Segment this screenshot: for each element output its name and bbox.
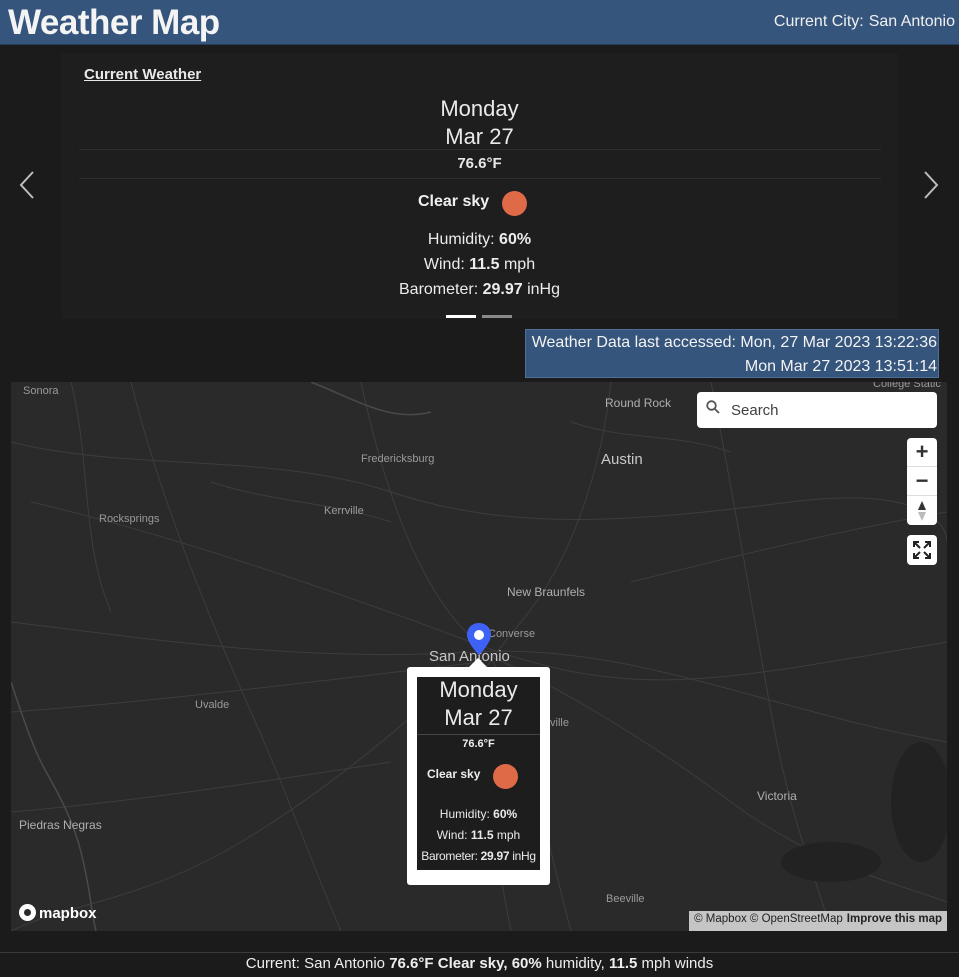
popup-date: Mar 27 [444,705,513,730]
carousel-next-button[interactable] [922,170,940,204]
summary-temp: 76.6°F [389,955,434,972]
place-label: Piedras Negras [19,818,102,832]
barometer-row: Barometer: 29.97 inHg [61,281,898,299]
weather-condition-text: Clear sky [418,193,490,210]
popup-condition: Clear sky [427,767,481,781]
popup-content: Monday Mar 27 76.6°F Clear sky Humidity:… [417,677,540,870]
zoom-out-button[interactable]: − [907,467,937,496]
place-label: Round Rock [605,396,672,410]
weather-map[interactable]: Sonora College Static Round Rock Austin … [11,382,947,931]
humidity-label: Humidity: [427,231,495,248]
place-label: ville [550,717,569,729]
search-input[interactable] [731,398,926,422]
weather-date: Mar 27 [445,124,514,149]
improve-map-link[interactable]: Improve this map [847,913,942,925]
divider [417,734,540,735]
last-accessed-text: Weather Data last accessed: Mon, 27 Mar … [531,334,937,351]
weather-condition: Clear sky [418,191,528,219]
sun-icon [493,764,518,789]
fullscreen-button[interactable] [907,535,937,565]
map-popup: Monday Mar 27 76.6°F Clear sky Humidity:… [407,658,550,885]
carousel-prev-button[interactable] [18,170,36,204]
wind-value: 11.5 [469,256,500,273]
mapbox-icon [19,904,36,921]
compass-icon [918,500,926,521]
place-label: Converse [488,628,536,640]
map-attribution: © Mapbox © OpenStreetMap Improve this map [689,911,947,931]
summary-wind-text: mph winds [641,955,714,972]
sun-icon [502,191,527,216]
barometer-label: Barometer: [399,281,479,298]
summary-humidity: 60% [511,955,542,972]
current-time-text: Mon Mar 27 2023 13:51:14 [744,358,937,375]
barometer-value: 29.97 [482,281,523,298]
wind-row: Wind: 11.5 mph [61,256,898,274]
current-summary: Current: San Antonio 76.6°F Clear sky, 6… [0,955,959,972]
place-label: Victoria [757,789,797,803]
popup-humidity: Humidity: 60% [417,807,540,821]
current-city: Current City: San Antonio [774,13,955,31]
app-header: Weather Map Current City: San Antonio [0,0,959,45]
humidity-label: Humidity: [439,807,490,821]
barometer-value: 29.97 [480,849,510,863]
summary-condition: Clear sky, [437,955,508,972]
barometer-unit: inHg [527,281,560,298]
place-label: New Braunfels [507,585,586,599]
wind-unit: mph [503,256,536,273]
summary-humidity-text: humidity, [545,955,605,972]
place-label: Sonora [23,385,59,397]
place-label: College Static [873,382,941,390]
compass-button[interactable] [907,496,937,525]
map-zoom-controls: + − [907,438,937,525]
place-label: Fredericksburg [361,453,435,465]
popup-day: Monday [439,677,518,702]
wind-value: 11.5 [470,828,494,842]
weather-temperature: 76.6°F [457,155,502,172]
weather-carousel: Current Weather Monday Mar 27 76.6°F Cle… [61,53,898,319]
carousel-indicator-1[interactable] [446,315,476,318]
attribution-text[interactable]: © Mapbox © OpenStreetMap [694,913,843,925]
place-label: Austin [601,451,643,468]
page-title: Weather Map [8,3,220,42]
mapbox-logo-text: mapbox [39,905,97,922]
barometer-label: Barometer: [421,849,478,863]
weather-day: Monday [440,96,519,121]
location-marker-icon[interactable] [466,622,492,656]
chevron-left-icon [19,171,34,199]
place-label: Rocksprings [99,513,160,525]
barometer-unit: inHg [512,849,536,863]
fullscreen-icon [913,541,931,559]
search-icon [706,400,720,414]
place-label: Beeville [606,893,645,905]
place-label: Kerrville [324,505,364,517]
humidity-value: 60% [499,231,532,248]
place-label: Uvalde [195,699,230,711]
wind-label: Wind: [436,828,468,842]
current-city-name: San Antonio [868,13,955,30]
summary-prefix: Current: San Antonio [245,955,386,972]
humidity-row: Humidity: 60% [61,231,898,249]
current-weather-link[interactable]: Current Weather [84,66,201,83]
divider [79,178,881,179]
summary-wind: 11.5 [608,955,638,972]
carousel-indicator-2[interactable] [482,315,512,318]
current-city-label: Current City: [773,13,864,30]
divider [79,149,881,150]
humidity-value: 60% [493,807,518,821]
wind-label: Wind: [423,256,465,273]
chevron-right-icon [924,171,939,199]
data-access-info: Weather Data last accessed: Mon, 27 Mar … [525,329,939,378]
divider [0,952,959,953]
wind-unit: mph [496,828,521,842]
zoom-in-button[interactable]: + [907,438,937,467]
mapbox-logo[interactable]: mapbox [19,904,97,922]
popup-wind: Wind: 11.5 mph [417,828,540,842]
popup-temperature: 76.6°F [462,738,495,750]
map-search [697,392,937,428]
popup-barometer: Barometer: 29.97 inHg [417,849,540,863]
